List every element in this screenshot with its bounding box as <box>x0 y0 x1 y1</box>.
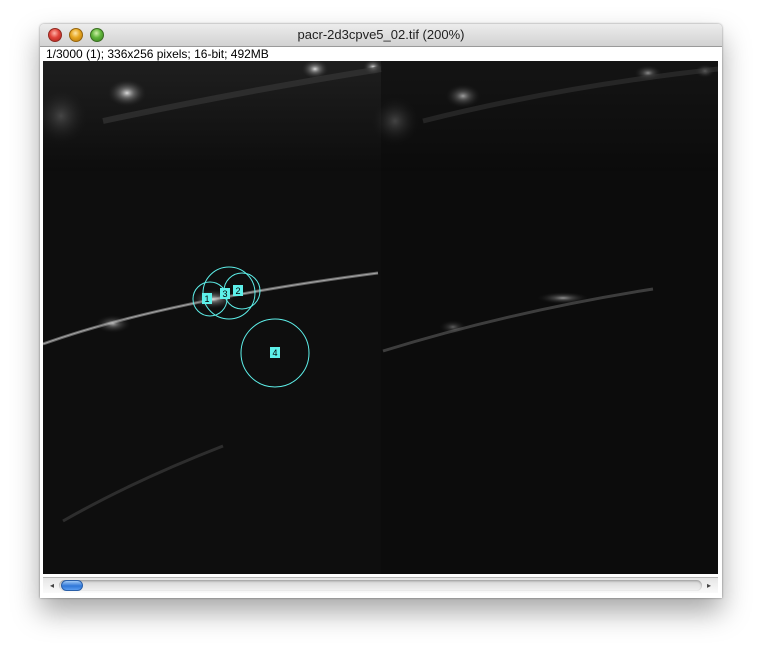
roi-1-label: 1 <box>204 294 209 304</box>
roi-4-label: 4 <box>272 348 277 358</box>
title-bar[interactable]: pacr-2d3cpve5_02.tif (200%) <box>40 24 722 47</box>
scroll-right-arrow-icon[interactable]: ▸ <box>703 580 715 592</box>
microscopy-image[interactable]: 1 2 3 4 <box>43 61 718 574</box>
roi-3-label: 3 <box>222 289 227 299</box>
bright-blob <box>537 292 589 304</box>
bright-blob <box>445 84 481 108</box>
roi-2-label: 2 <box>235 286 240 296</box>
horizontal-scrollbar[interactable]: ◂ ▸ <box>43 577 718 593</box>
image-window: pacr-2d3cpve5_02.tif (200%) 1/3000 (1); … <box>40 24 722 598</box>
right-half-shade <box>381 61 718 574</box>
image-canvas[interactable]: 1 2 3 4 <box>43 61 718 574</box>
scroll-thumb[interactable] <box>61 580 83 591</box>
scroll-left-arrow-icon[interactable]: ◂ <box>46 580 58 592</box>
window-title: pacr-2d3cpve5_02.tif (200%) <box>297 27 465 42</box>
scroll-track[interactable] <box>59 580 702 591</box>
haze-blob <box>370 96 420 146</box>
image-info: 1/3000 (1); 336x256 pixels; 16-bit; 492M… <box>46 47 269 61</box>
bright-blob <box>439 320 467 334</box>
bright-blob <box>107 79 147 107</box>
bright-blob <box>95 315 131 333</box>
